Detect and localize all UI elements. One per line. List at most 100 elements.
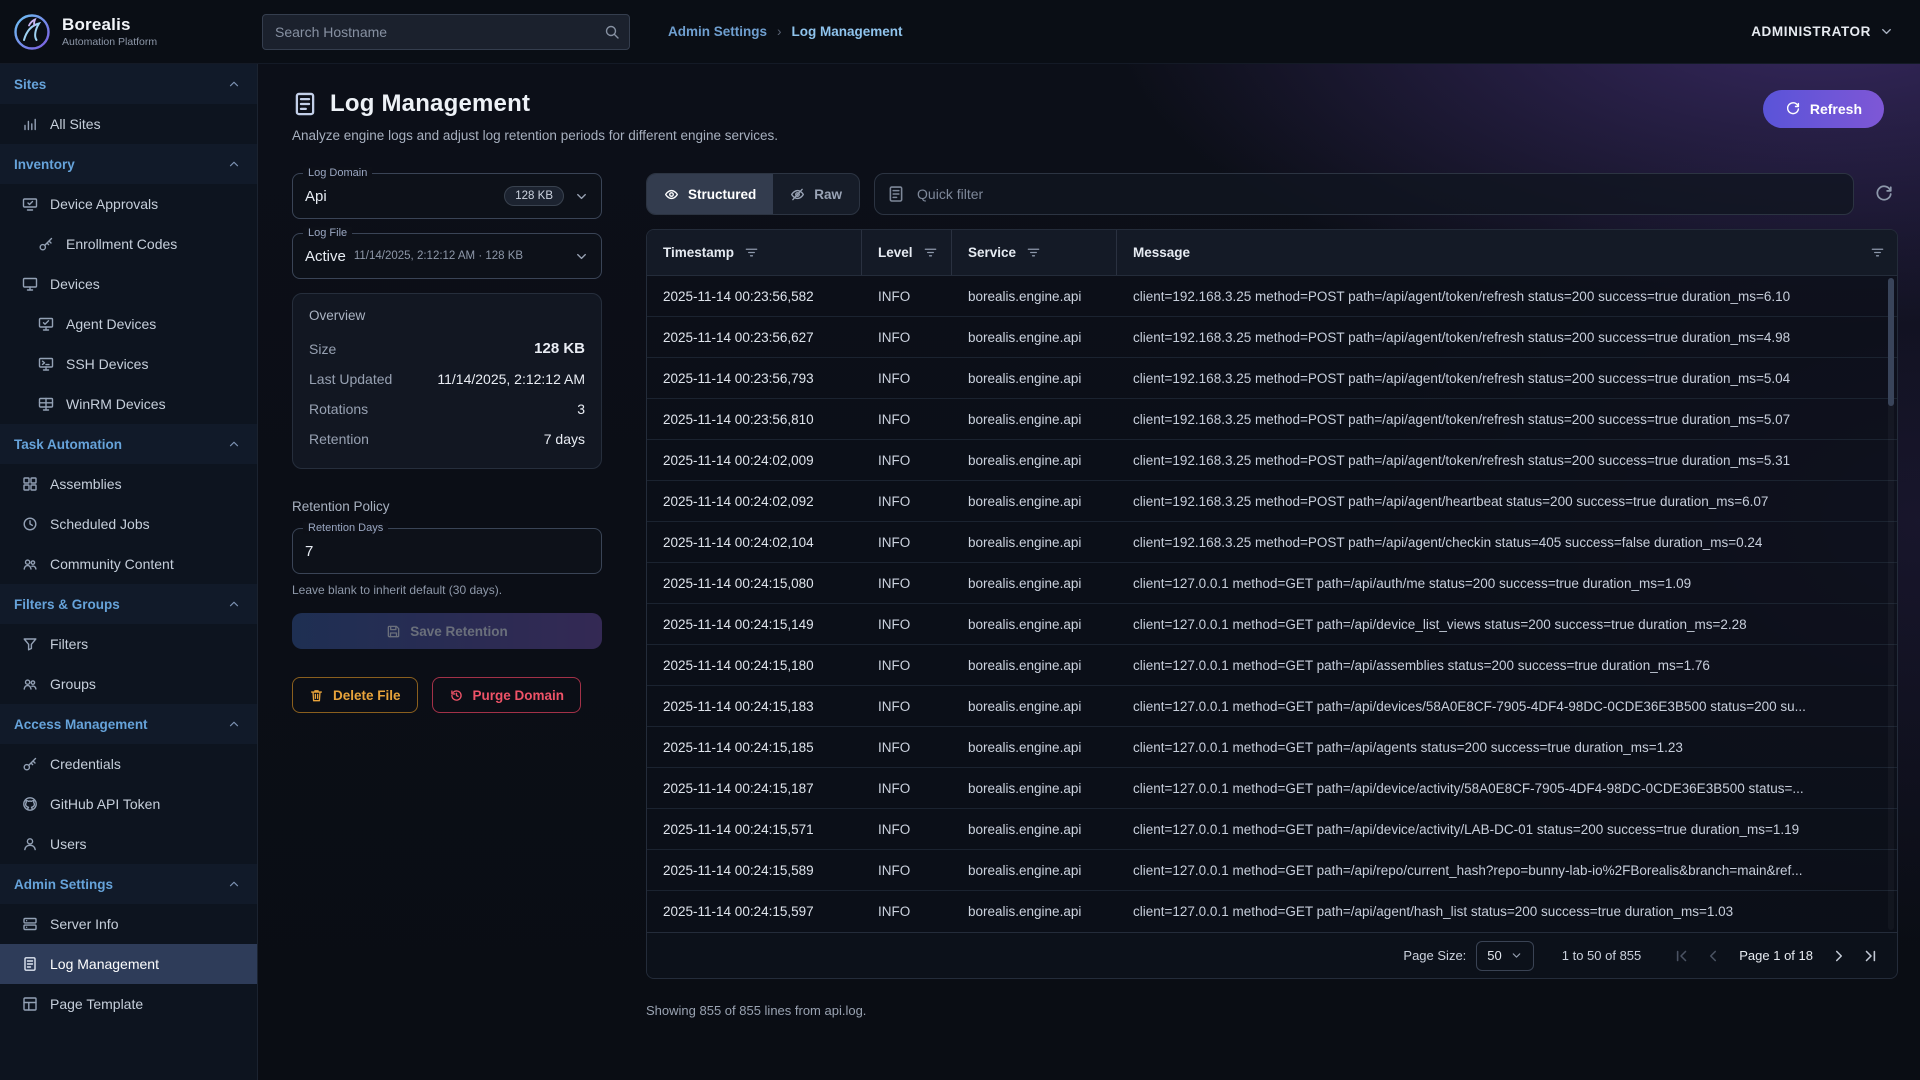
table-row[interactable]: 2025-11-14 00:24:02,104INFOborealis.engi…: [647, 522, 1897, 563]
table-row[interactable]: 2025-11-14 00:24:15,185INFOborealis.engi…: [647, 727, 1897, 768]
table-row[interactable]: 2025-11-14 00:24:02,092INFOborealis.engi…: [647, 481, 1897, 522]
sidebar-item-filters[interactable]: Filters: [0, 624, 257, 664]
log-service: borealis.engine.api: [952, 412, 1117, 427]
sidebar-item-assemblies[interactable]: Assemblies: [0, 464, 257, 504]
sidebar-item-agent-devices[interactable]: Agent Devices: [0, 304, 257, 344]
table-row[interactable]: 2025-11-14 00:24:15,571INFOborealis.engi…: [647, 809, 1897, 850]
sidebar-item-community-content[interactable]: Community Content: [0, 544, 257, 584]
overview-row: Rotations3: [309, 394, 585, 424]
table-row[interactable]: 2025-11-14 00:24:15,589INFOborealis.engi…: [647, 850, 1897, 891]
breadcrumb-item-log-management[interactable]: Log Management: [792, 24, 903, 39]
sidebar-item-all-sites[interactable]: All Sites: [0, 104, 257, 144]
sidebar-item-credentials[interactable]: Credentials: [0, 744, 257, 784]
column-label: Service: [968, 245, 1016, 260]
table-row[interactable]: 2025-11-14 00:24:15,183INFOborealis.engi…: [647, 686, 1897, 727]
table-row[interactable]: 2025-11-14 00:23:56,810INFOborealis.engi…: [647, 399, 1897, 440]
log-service: borealis.engine.api: [952, 535, 1117, 550]
sidebar-section-sites[interactable]: Sites: [0, 64, 257, 104]
save-retention-button[interactable]: Save Retention: [292, 613, 602, 649]
sidebar-item-page-template[interactable]: Page Template: [0, 984, 257, 1024]
sidebar-item-github-api-token[interactable]: GitHub API Token: [0, 784, 257, 824]
log-timestamp: 2025-11-14 00:24:15,180: [647, 658, 862, 673]
user-menu-button[interactable]: ADMINISTRATOR: [1751, 24, 1920, 39]
sidebar-item-server-info[interactable]: Server Info: [0, 904, 257, 944]
sidebar-section-filters-groups[interactable]: Filters & Groups: [0, 584, 257, 624]
delete-file-button[interactable]: Delete File: [292, 677, 418, 713]
table-row[interactable]: 2025-11-14 00:24:15,149INFOborealis.engi…: [647, 604, 1897, 645]
scrollbar-thumb[interactable]: [1888, 278, 1894, 406]
refresh-button[interactable]: Refresh: [1763, 90, 1884, 128]
column-header-service: Service: [952, 230, 1117, 275]
chevron-up-icon: [227, 77, 241, 91]
sidebar-item-users[interactable]: Users: [0, 824, 257, 864]
sidebar-section-access-management[interactable]: Access Management: [0, 704, 257, 744]
log-domain-select[interactable]: Log Domain Api 128 KB: [292, 173, 602, 219]
sidebar-item-log-management[interactable]: Log Management: [0, 944, 257, 984]
topbar: Borealis Automation Platform Admin Setti…: [0, 0, 1920, 64]
log-service: borealis.engine.api: [952, 822, 1117, 837]
table-row[interactable]: 2025-11-14 00:24:15,080INFOborealis.engi…: [647, 563, 1897, 604]
table-scrollbar[interactable]: [1888, 278, 1894, 930]
borealis-logo: [12, 12, 52, 52]
log-timestamp: 2025-11-14 00:24:15,185: [647, 740, 862, 755]
table-row[interactable]: 2025-11-14 00:23:56,793INFOborealis.engi…: [647, 358, 1897, 399]
last-page-button[interactable]: [1859, 944, 1883, 968]
log-message: client=127.0.0.1 method=GET path=/api/ag…: [1117, 904, 1897, 919]
log-service: borealis.engine.api: [952, 904, 1117, 919]
retention-days-field: Retention Days: [292, 528, 602, 574]
table-row[interactable]: 2025-11-14 00:24:15,597INFOborealis.engi…: [647, 891, 1897, 932]
log-message: client=127.0.0.1 method=GET path=/api/de…: [1117, 781, 1897, 796]
retention-days-input[interactable]: [305, 543, 589, 560]
log-service: borealis.engine.api: [952, 371, 1117, 386]
view-toggle-raw[interactable]: Raw: [773, 174, 859, 214]
sidebar-item-ssh-devices[interactable]: SSH Devices: [0, 344, 257, 384]
page-title: Log Management: [330, 90, 530, 118]
column-filter-icon[interactable]: [1026, 245, 1041, 260]
breadcrumb-item-admin-settings[interactable]: Admin Settings: [668, 24, 767, 39]
section-label: Task Automation: [14, 437, 122, 452]
table-row[interactable]: 2025-11-14 00:23:56,582INFOborealis.engi…: [647, 276, 1897, 317]
table-row[interactable]: 2025-11-14 00:24:15,187INFOborealis.engi…: [647, 768, 1897, 809]
sidebar-item-label: Community Content: [50, 556, 174, 572]
sidebar-item-groups[interactable]: Groups: [0, 664, 257, 704]
table-row[interactable]: 2025-11-14 00:23:56,627INFOborealis.engi…: [647, 317, 1897, 358]
breadcrumb-separator: ›: [777, 24, 782, 39]
log-level: INFO: [862, 781, 952, 796]
sidebar-item-label: All Sites: [50, 116, 101, 132]
sidebar-item-winrm-devices[interactable]: WinRM Devices: [0, 384, 257, 424]
sidebar-item-scheduled-jobs[interactable]: Scheduled Jobs: [0, 504, 257, 544]
sidebar-item-label: Page Template: [50, 996, 143, 1012]
sidebar-section-task-automation[interactable]: Task Automation: [0, 424, 257, 464]
page-header: Log Management Analyze engine logs and a…: [258, 64, 1920, 161]
view-mode-toggle: StructuredRaw: [646, 173, 860, 215]
column-filter-icon[interactable]: [923, 245, 938, 260]
chevron-down-icon: [1879, 24, 1894, 39]
sidebar-item-enrollment-codes[interactable]: Enrollment Codes: [0, 224, 257, 264]
refresh-logs-button[interactable]: [1870, 180, 1898, 208]
app-tagline: Automation Platform: [62, 36, 157, 48]
sidebar-section-admin-settings[interactable]: Admin Settings: [0, 864, 257, 904]
main-content: Log Management Analyze engine logs and a…: [258, 64, 1920, 1080]
column-filter-icon[interactable]: [1870, 245, 1885, 260]
search-input[interactable]: [262, 14, 630, 50]
log-domain-size-badge: 128 KB: [504, 186, 564, 206]
log-file-select[interactable]: Log File Active 11/14/2025, 2:12:12 AM ·…: [292, 233, 602, 279]
chevron-right-button[interactable]: [1827, 944, 1851, 968]
log-message: client=127.0.0.1 method=GET path=/api/ag…: [1117, 740, 1897, 755]
purge-domain-button[interactable]: Purge Domain: [432, 677, 582, 713]
column-header-message: Message: [1117, 230, 1897, 275]
sidebar-item-label: Assemblies: [50, 476, 122, 492]
column-filter-icon[interactable]: [744, 245, 759, 260]
page-size-select[interactable]: 50: [1476, 941, 1533, 971]
sidebar-item-device-approvals[interactable]: Device Approvals: [0, 184, 257, 224]
people-icon: [22, 556, 38, 572]
device-check-icon: [22, 196, 38, 212]
ssh-device-icon: [38, 356, 54, 372]
quick-filter-input[interactable]: [874, 173, 1854, 215]
view-toggle-structured[interactable]: Structured: [647, 174, 773, 214]
sidebar-section-inventory[interactable]: Inventory: [0, 144, 257, 184]
log-level: INFO: [862, 576, 952, 591]
sidebar-item-devices[interactable]: Devices: [0, 264, 257, 304]
table-row[interactable]: 2025-11-14 00:24:02,009INFOborealis.engi…: [647, 440, 1897, 481]
table-row[interactable]: 2025-11-14 00:24:15,180INFOborealis.engi…: [647, 645, 1897, 686]
